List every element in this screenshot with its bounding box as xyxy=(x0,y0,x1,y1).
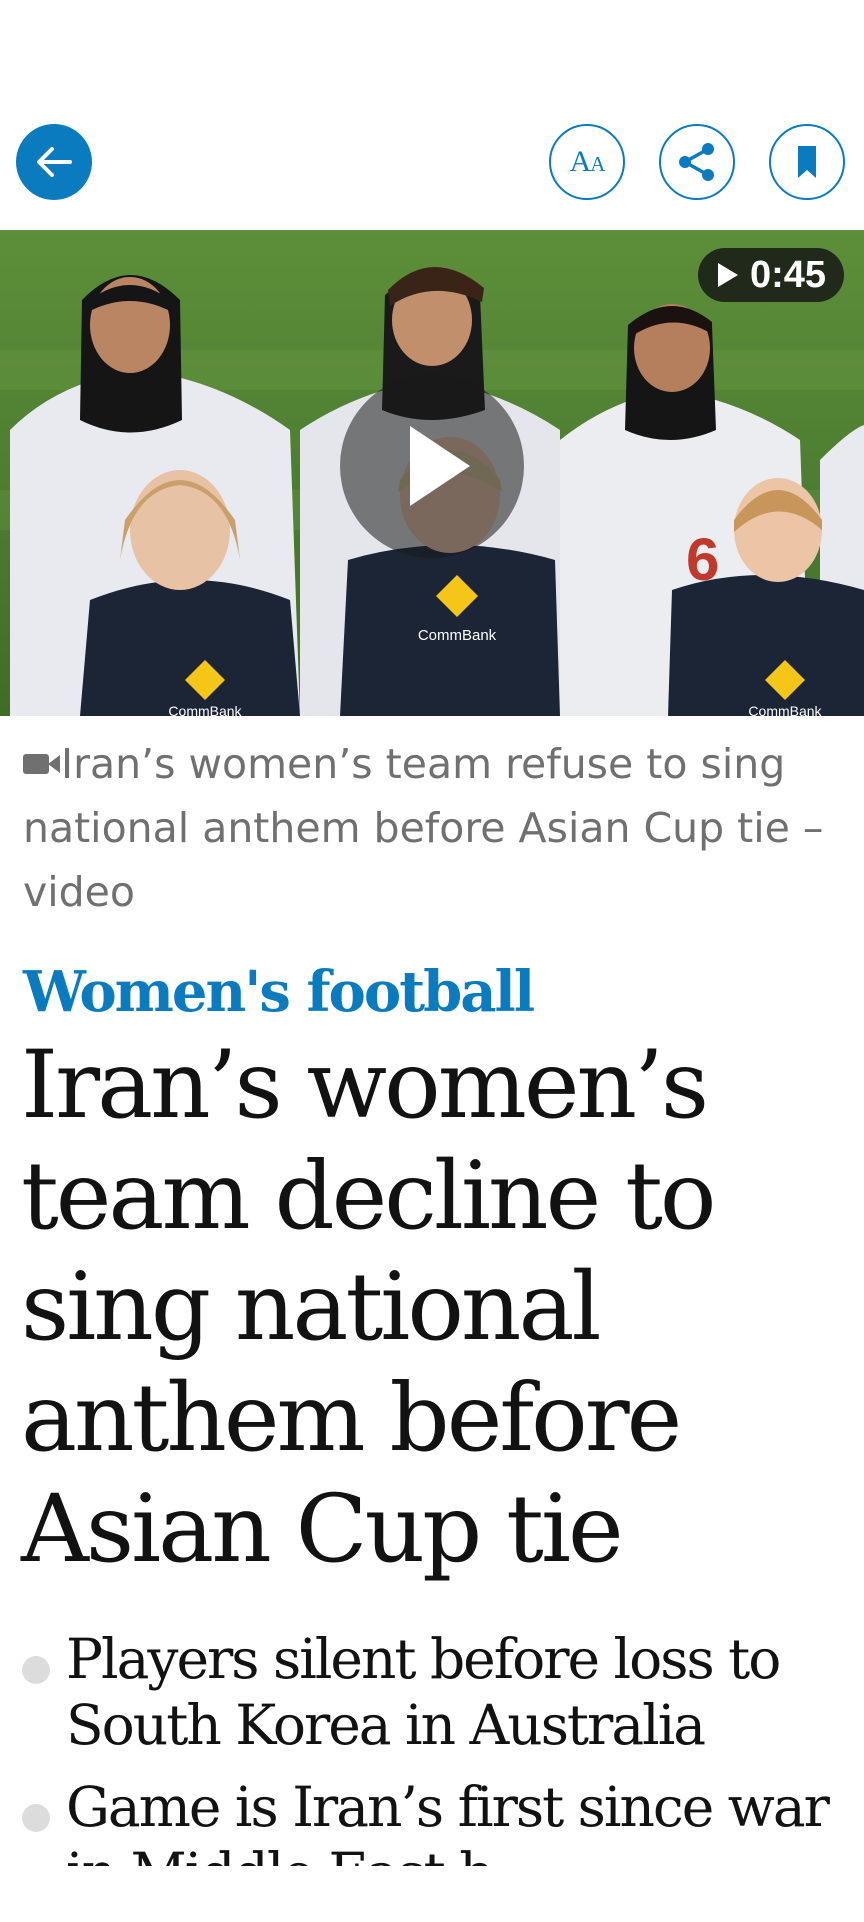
bookmark-button[interactable] xyxy=(769,124,845,200)
text-size-icon: AA xyxy=(569,145,606,178)
sponsor-logo-right: CommBank xyxy=(748,703,822,716)
bookmark-icon xyxy=(798,146,816,178)
text-size-button[interactable]: AA xyxy=(549,124,625,200)
video-camera-icon xyxy=(23,752,61,776)
article-headline: Iran’s women’s team decline to sing nati… xyxy=(21,1031,716,1584)
play-button[interactable] xyxy=(340,374,524,558)
sponsor-logo-center: CommBank xyxy=(418,627,497,644)
bullet-dot-icon xyxy=(22,1804,50,1832)
article-toolbar: AA xyxy=(0,0,864,230)
standfirst-item: Players silent before loss to South Kore… xyxy=(20,1626,860,1758)
media-caption: Iran’s women’s team refuse to sing natio… xyxy=(23,732,843,924)
sponsor-logo-left: CommBank xyxy=(168,703,242,716)
bottom-edge xyxy=(0,1866,864,1920)
share-button[interactable] xyxy=(659,124,735,200)
play-small-icon xyxy=(717,263,738,287)
arrow-left-icon xyxy=(37,147,72,177)
back-button[interactable] xyxy=(16,124,92,200)
play-icon xyxy=(410,426,470,506)
bullet-dot-icon xyxy=(22,1656,50,1684)
video-duration: 0:45 xyxy=(749,253,826,296)
share-icon xyxy=(679,143,714,181)
standfirst-text: Players silent before loss to South Kore… xyxy=(66,1627,781,1757)
video-duration-badge[interactable]: 0:45 xyxy=(697,248,844,302)
caption-text: Iran’s women’s team refuse to sing natio… xyxy=(23,740,824,916)
video-thumbnail[interactable]: 6 CommBank CommBank CommBank 0:45 xyxy=(0,230,864,716)
section-kicker[interactable]: Women's football xyxy=(23,956,535,1028)
